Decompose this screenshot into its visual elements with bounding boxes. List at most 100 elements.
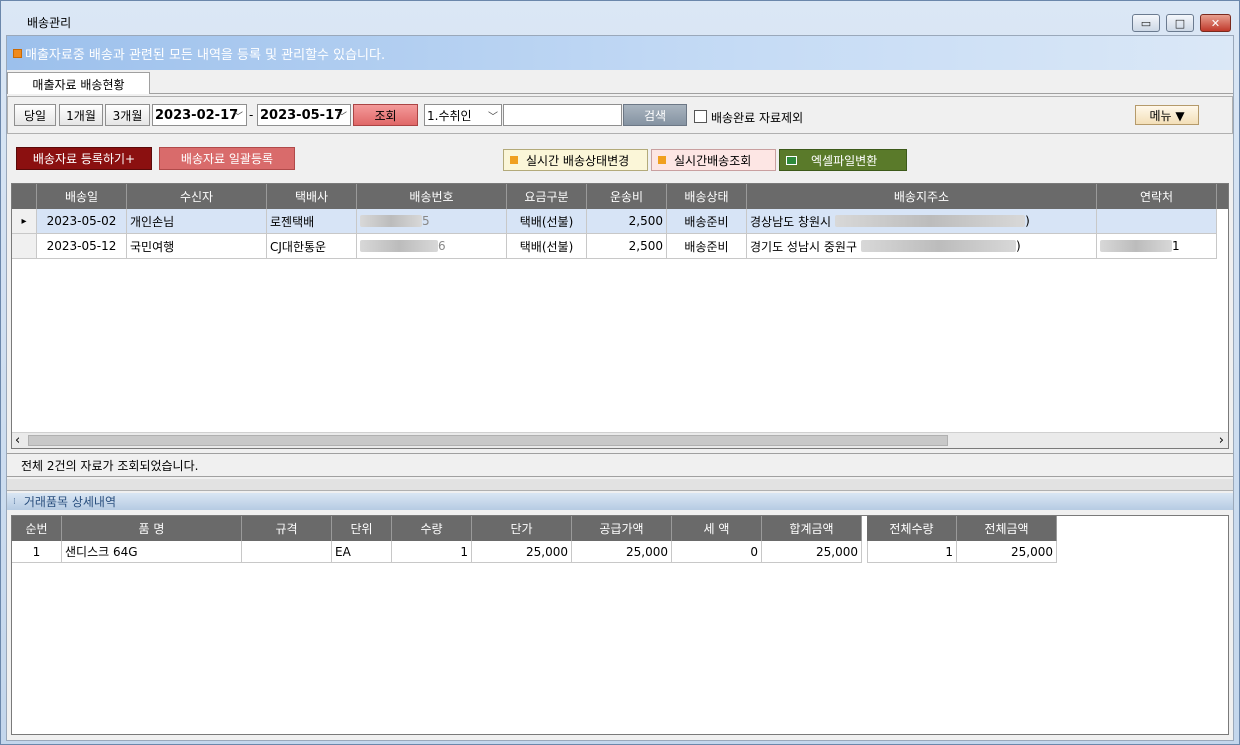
status-text: 전체 2건의 자료가 조회되었습니다.	[21, 458, 199, 473]
table-row[interactable]: 1 샌디스크 64G EA 1 25,000 25,000 0 25,000 1…	[12, 541, 1062, 563]
redacted-block	[1100, 240, 1172, 252]
col-header[interactable]: 단가	[472, 516, 572, 541]
search-input[interactable]	[503, 104, 622, 126]
col-header[interactable]: 세 액	[672, 516, 762, 541]
menu-button[interactable]: 메뉴 ▼	[1135, 105, 1199, 125]
cell-tracking[interactable]: 6	[357, 234, 507, 259]
cell-address[interactable]: 경상남도 창원시 )	[747, 209, 1097, 234]
cell-total-qty[interactable]: 1	[867, 541, 957, 563]
realtime-change-button[interactable]: 실시간 배송상태변경	[503, 149, 648, 171]
cell-recipient[interactable]: 국민여행	[127, 234, 267, 259]
cell-phone[interactable]	[1097, 209, 1217, 234]
info-banner: 매출자료중 배송과 관련된 모든 내역을 등록 및 관리할수 있습니다.	[7, 36, 1233, 70]
col-header[interactable]: 공급가액	[572, 516, 672, 541]
row-selector-icon[interactable]: ▸	[12, 209, 37, 234]
search-field-value: 1.수취인	[427, 108, 472, 123]
today-button[interactable]: 당일	[14, 104, 56, 126]
cell-address[interactable]: 경기도 성남시 중원구 )	[747, 234, 1097, 259]
search-button[interactable]: 검색	[623, 104, 687, 126]
cell-supply[interactable]: 25,000	[572, 541, 672, 563]
col-header[interactable]: 순번	[12, 516, 62, 541]
app-window: 배송관리 ▭ □ ✕ 매출자료중 배송과 관련된 모든 내역을 등록 및 관리할…	[0, 0, 1240, 745]
cell-date[interactable]: 2023-05-02	[37, 209, 127, 234]
cell-status[interactable]: 배송준비	[667, 234, 747, 259]
maximize-button[interactable]: □	[1166, 14, 1194, 32]
col-header-filler	[1217, 184, 1228, 209]
col-header[interactable]: 수신자	[127, 184, 267, 209]
date-to-picker[interactable]: 2023-05-17 ﹀	[257, 104, 351, 126]
cell-fee-type[interactable]: 택배(선불)	[507, 209, 587, 234]
search-field-select[interactable]: 1.수취인 ﹀	[424, 104, 502, 126]
detail-grid[interactable]: 순번 품 명 규격 단위 수량 단가 공급가액 세 액 합계금액 전체수량 전체…	[11, 515, 1229, 735]
cell-tracking[interactable]: 5	[357, 209, 507, 234]
scroll-left-icon[interactable]: ‹	[15, 433, 20, 448]
col-header[interactable]: 배송일	[37, 184, 127, 209]
cell-status[interactable]: 배송준비	[667, 209, 747, 234]
date-from-picker[interactable]: 2023-02-17 ﹀	[152, 104, 247, 126]
col-header[interactable]: 택배사	[267, 184, 357, 209]
cell-total-amount[interactable]: 25,000	[957, 541, 1057, 563]
col-header[interactable]: 규격	[242, 516, 332, 541]
col-header[interactable]: 배송번호	[357, 184, 507, 209]
cell-no[interactable]: 1	[12, 541, 62, 563]
cell-price[interactable]: 25,000	[472, 541, 572, 563]
col-header[interactable]: 품 명	[62, 516, 242, 541]
one-month-button[interactable]: 1개월	[59, 104, 103, 126]
table-row[interactable]: ▸ 2023-05-02 개인손님 로젠택배 5 택배(선불) 2,500 배송…	[12, 209, 1228, 234]
minimize-button[interactable]: ▭	[1132, 14, 1160, 32]
cell-fee-type[interactable]: 택배(선불)	[507, 234, 587, 259]
col-header[interactable]: 수량	[392, 516, 472, 541]
cell-fee[interactable]: 2,500	[587, 234, 667, 259]
status-bar: 전체 2건의 자료가 조회되었습니다.	[7, 453, 1233, 477]
col-header[interactable]: 운송비	[587, 184, 667, 209]
cell-phone[interactable]: 1	[1097, 234, 1217, 259]
row-selector[interactable]	[12, 234, 37, 259]
window-title: 배송관리	[27, 16, 72, 30]
scroll-right-icon[interactable]: ›	[1219, 433, 1224, 448]
cell-date[interactable]: 2023-05-12	[37, 234, 127, 259]
col-header[interactable]: 전체금액	[957, 516, 1057, 541]
col-header[interactable]: 단위	[332, 516, 392, 541]
bulk-register-button[interactable]: 배송자료 일괄등록	[159, 147, 295, 170]
cell-courier[interactable]: CJ대한통운	[267, 234, 357, 259]
col-header[interactable]: 배송상태	[667, 184, 747, 209]
cell-spec[interactable]	[242, 541, 332, 563]
redacted-block	[835, 215, 1026, 227]
register-button[interactable]: 배송자료 등록하기+	[16, 147, 152, 170]
grip-icon: ⁞	[13, 496, 16, 507]
exclude-done-checkbox[interactable]	[694, 110, 707, 123]
cell-total[interactable]: 25,000	[762, 541, 862, 563]
splitter[interactable]	[7, 479, 1233, 491]
cell-courier[interactable]: 로젠택배	[267, 209, 357, 234]
col-header[interactable]: 배송지주소	[747, 184, 1097, 209]
date-to-value: 2023-05-17	[260, 107, 344, 123]
horizontal-scrollbar[interactable]: ‹ ›	[12, 432, 1228, 448]
cell-tax[interactable]: 0	[672, 541, 762, 563]
scrollbar-thumb[interactable]	[28, 435, 948, 446]
cell-unit[interactable]: EA	[332, 541, 392, 563]
close-button[interactable]: ✕	[1200, 14, 1231, 32]
col-header[interactable]: 전체수량	[867, 516, 957, 541]
table-row[interactable]: 2023-05-12 국민여행 CJ대한통운 6 택배(선불) 2,500 배송…	[12, 234, 1228, 259]
realtime-change-label: 실시간 배송상태변경	[526, 153, 630, 168]
chevron-down-icon: ﹀	[233, 112, 243, 123]
col-header[interactable]: 연락처	[1097, 184, 1217, 209]
cell-item-name[interactable]: 샌디스크 64G	[62, 541, 242, 563]
cell-fee[interactable]: 2,500	[587, 209, 667, 234]
cell-qty[interactable]: 1	[392, 541, 472, 563]
tab-delivery-status[interactable]: 매출자료 배송현황	[7, 72, 150, 95]
realtime-query-button[interactable]: 실시간배송조회	[651, 149, 776, 171]
banner-text: 매출자료중 배송과 관련된 모든 내역을 등록 및 관리할수 있습니다.	[25, 47, 386, 63]
three-month-button[interactable]: 3개월	[105, 104, 150, 126]
delivery-grid[interactable]: 배송일 수신자 택배사 배송번호 요금구분 운송비 배송상태 배송지주소 연락처…	[11, 183, 1229, 449]
date-separator: -	[249, 108, 254, 122]
col-header[interactable]: 합계금액	[762, 516, 862, 541]
col-header[interactable]: 요금구분	[507, 184, 587, 209]
grid-corner	[12, 184, 37, 209]
excel-export-button[interactable]: 엑셀파일변환	[779, 149, 907, 171]
cell-recipient[interactable]: 개인손님	[127, 209, 267, 234]
title-bar[interactable]: 배송관리 ▭ □ ✕	[1, 1, 1239, 35]
date-from-value: 2023-02-17	[155, 107, 239, 123]
tracking-tail: 6	[438, 239, 446, 253]
query-button[interactable]: 조회	[353, 104, 418, 126]
